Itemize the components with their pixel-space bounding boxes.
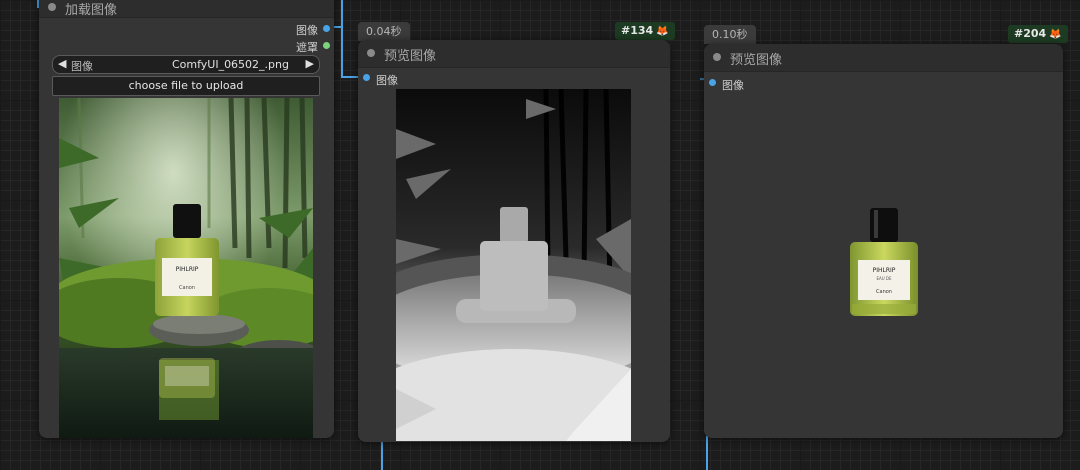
collapse-dot[interactable] [713, 53, 721, 61]
input-image-slot[interactable] [709, 79, 716, 86]
perfume-cutout-preview: PIHLRIP EAU DE Canon [844, 204, 924, 320]
node-title-bar[interactable]: 预览图像 [358, 40, 670, 68]
output-image-slot[interactable] [323, 25, 330, 32]
node-id-badge: #204 🦊 [1008, 25, 1068, 43]
output-mask-slot[interactable] [323, 42, 330, 49]
output-image-label: 图像 [296, 24, 318, 37]
node-title: 加载图像 [65, 3, 118, 18]
input-image-label: 图像 [376, 74, 398, 87]
triangle-left-icon[interactable]: ◀ [58, 57, 66, 70]
fox-icon: 🦊 [1049, 29, 1062, 40]
input-image-label: 图像 [722, 79, 744, 92]
node-id-text: #204 [1014, 27, 1047, 40]
svg-text:EAU DE: EAU DE [876, 276, 892, 281]
svg-text:PIHLRIP: PIHLRIP [176, 266, 199, 273]
wire-bottom-2 [706, 436, 708, 470]
input-image-slot[interactable] [363, 74, 370, 81]
image-widget-value: ComfyUI_06502_.png [171, 58, 289, 71]
image-widget-label: 图像 [71, 60, 93, 73]
execution-time-badge: 0.04秒 [358, 22, 410, 41]
svg-text:Canon: Canon [876, 289, 892, 295]
fox-icon: 🦊 [656, 26, 669, 37]
node-title-bar[interactable]: 加载图像 [39, 0, 334, 18]
wire-vertical-top [341, 0, 343, 78]
node-title: 预览图像 [384, 49, 437, 64]
output-mask-label: 遮罩 [296, 41, 318, 54]
collapse-dot[interactable] [48, 3, 56, 11]
execution-time-badge: 0.10秒 [704, 25, 756, 44]
wire-bottom-1 [381, 440, 383, 470]
svg-text:Canon: Canon [179, 285, 195, 291]
depth-map-preview [396, 89, 631, 441]
svg-text:PIHLRIP: PIHLRIP [873, 267, 896, 274]
preview-image-node-1[interactable]: 预览图像 图像 [358, 40, 670, 442]
node-title-bar[interactable]: 预览图像 [704, 44, 1063, 72]
collapse-dot[interactable] [367, 49, 375, 57]
preview-image-node-2[interactable]: 预览图像 图像 PIHLRIP EAU DE Canon [704, 44, 1063, 438]
node-title: 预览图像 [730, 53, 783, 68]
node-id-badge: #134 🦊 [615, 22, 675, 40]
node-id-text: #134 [621, 24, 654, 37]
loaded-image-preview: PIHLRIP Canon [59, 98, 313, 438]
image-select-widget[interactable]: ◀ 图像 ComfyUI_06502_.png ▶ [52, 55, 320, 74]
load-image-node[interactable]: 加载图像 图像 遮罩 ◀ 图像 ComfyUI_06502_.png ▶ cho… [39, 0, 334, 438]
triangle-right-icon[interactable]: ▶ [306, 57, 314, 70]
choose-file-button[interactable]: choose file to upload [52, 76, 320, 96]
